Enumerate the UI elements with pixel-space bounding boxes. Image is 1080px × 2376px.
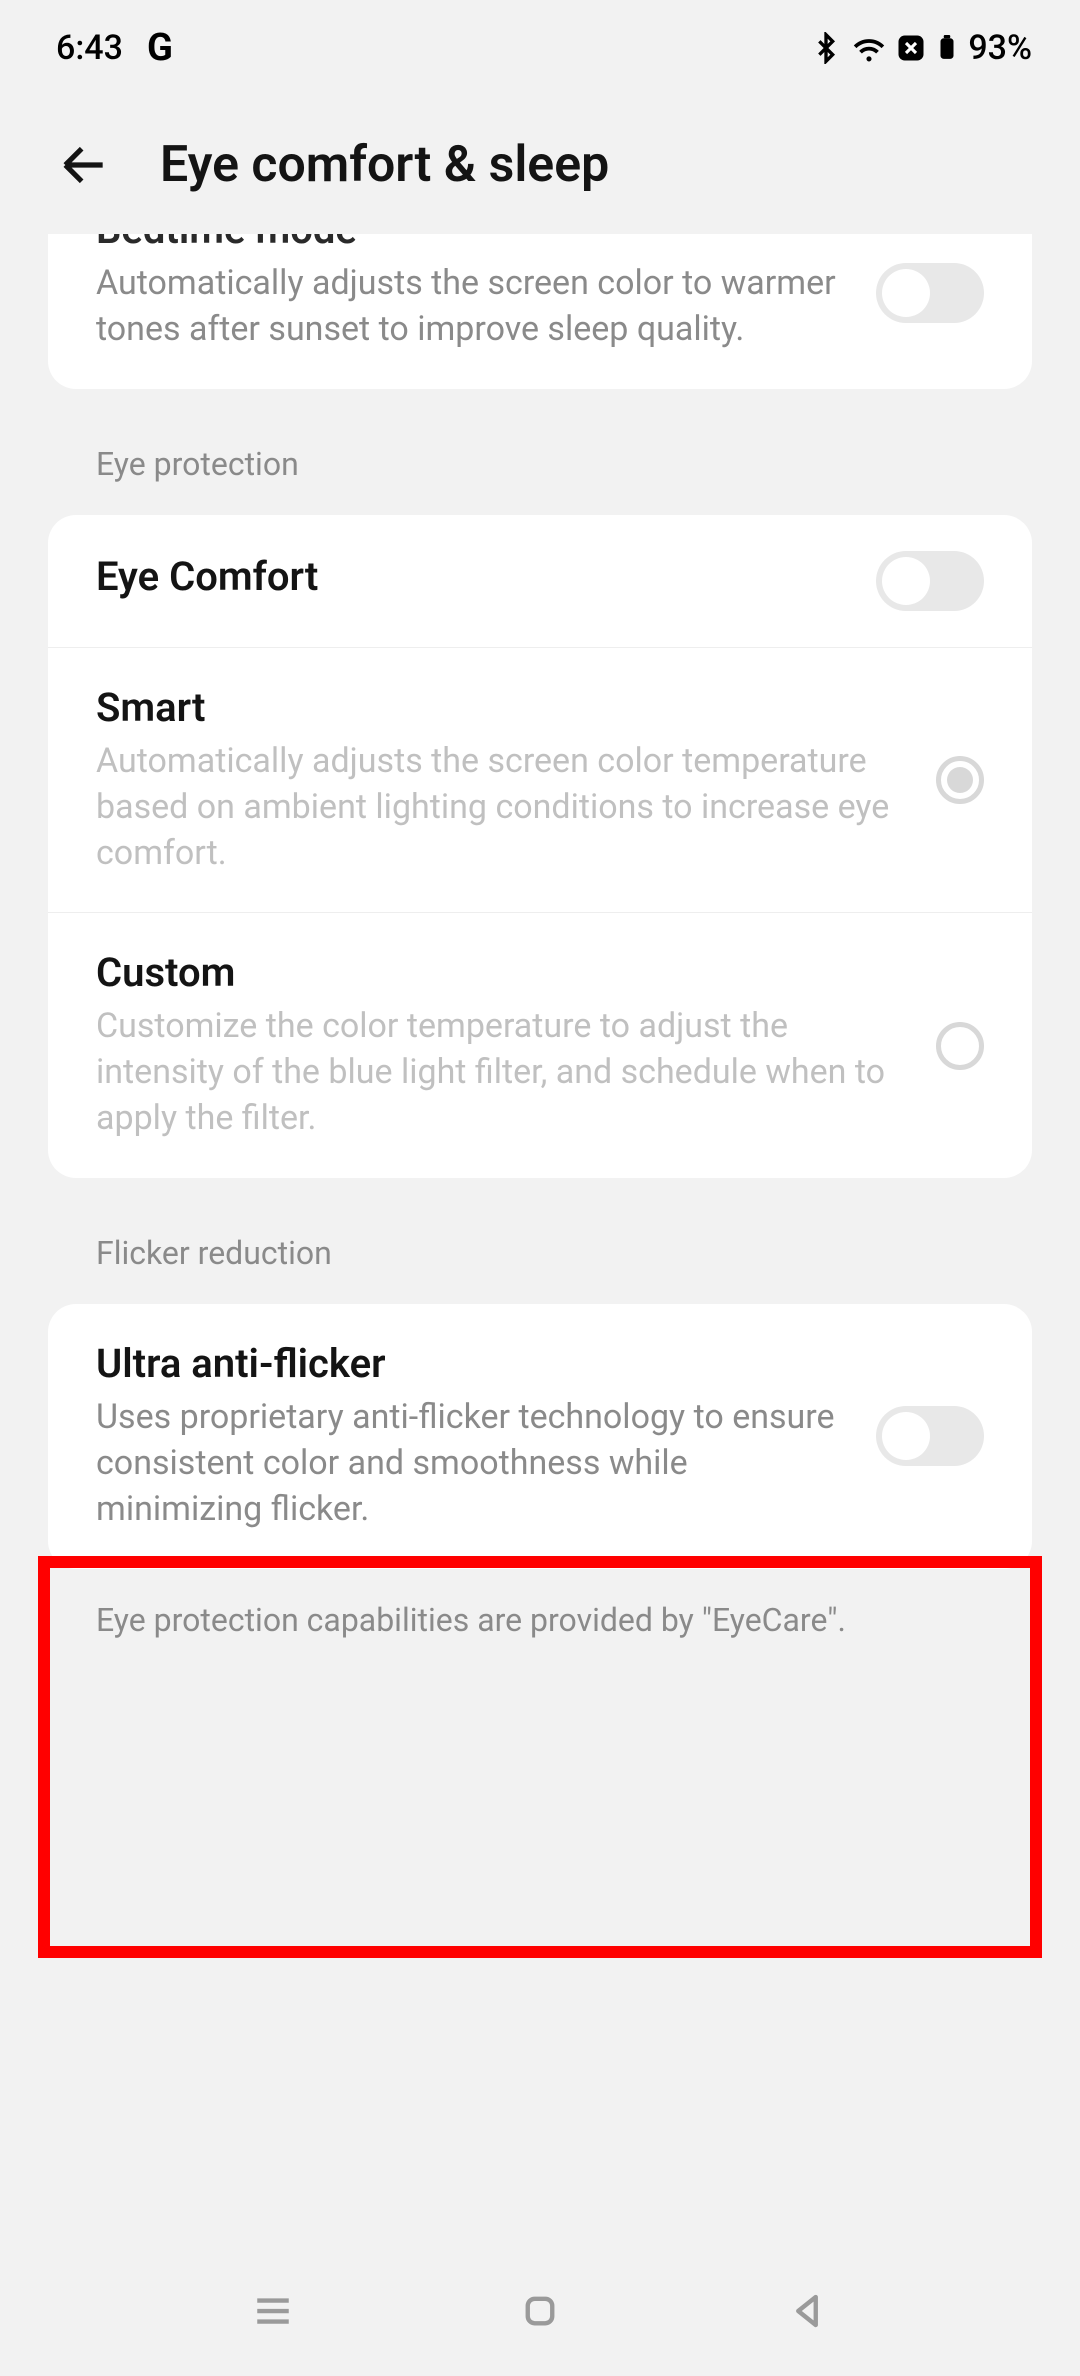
smart-title: Smart: [96, 684, 912, 731]
google-icon: G: [147, 26, 173, 70]
smart-desc: Automatically adjusts the screen color t…: [96, 739, 912, 877]
eye-protection-label: Eye protection: [96, 445, 1032, 483]
close-box-icon: [896, 33, 926, 63]
eye-comfort-row[interactable]: Eye Comfort: [48, 515, 1032, 647]
bedtime-desc: Automatically adjusts the screen color t…: [96, 261, 852, 353]
nav-bar: [0, 2246, 1080, 2376]
wifi-icon: [850, 29, 888, 67]
page-title: Eye comfort & sleep: [160, 136, 609, 194]
ultra-title: Ultra anti-flicker: [96, 1340, 852, 1387]
custom-radio[interactable]: [936, 1022, 984, 1070]
back-nav-icon[interactable]: [786, 2290, 828, 2332]
ultra-desc: Uses proprietary anti-flicker technology…: [96, 1395, 852, 1533]
footer-note: Eye protection capabilities are provided…: [96, 1601, 984, 1639]
ultra-anti-flicker-toggle[interactable]: [876, 1406, 984, 1466]
ultra-anti-flicker-row[interactable]: Ultra anti-flicker Uses proprietary anti…: [48, 1304, 1032, 1569]
custom-desc: Customize the color temperature to adjus…: [96, 1004, 912, 1142]
flicker-card: Ultra anti-flicker Uses proprietary anti…: [48, 1304, 1032, 1569]
bedtime-toggle[interactable]: [876, 263, 984, 323]
custom-row[interactable]: Custom Customize the color temperature t…: [48, 912, 1032, 1178]
bedtime-card: Bedtime mode Automatically adjusts the s…: [48, 234, 1032, 389]
bedtime-row[interactable]: Bedtime mode Automatically adjusts the s…: [48, 234, 1032, 389]
status-time: 6:43: [56, 28, 123, 68]
bluetooth-icon: [810, 32, 842, 64]
eye-protection-card: Eye Comfort Smart Automatically adjusts …: [48, 515, 1032, 1178]
flicker-label: Flicker reduction: [96, 1234, 1032, 1272]
status-bar: 6:43 G 93%: [0, 0, 1080, 88]
custom-title: Custom: [96, 949, 912, 996]
recents-icon[interactable]: [252, 2290, 294, 2332]
bedtime-title: Bedtime mode: [96, 234, 852, 253]
back-arrow-icon[interactable]: [56, 137, 112, 193]
battery-pct: 93%: [968, 28, 1032, 68]
smart-row[interactable]: Smart Automatically adjusts the screen c…: [48, 647, 1032, 913]
app-header: Eye comfort & sleep: [0, 88, 1080, 234]
smart-radio[interactable]: [936, 756, 984, 804]
battery-icon: [934, 30, 960, 66]
home-icon[interactable]: [519, 2290, 561, 2332]
eye-comfort-toggle[interactable]: [876, 551, 984, 611]
eye-comfort-title: Eye Comfort: [96, 553, 852, 600]
